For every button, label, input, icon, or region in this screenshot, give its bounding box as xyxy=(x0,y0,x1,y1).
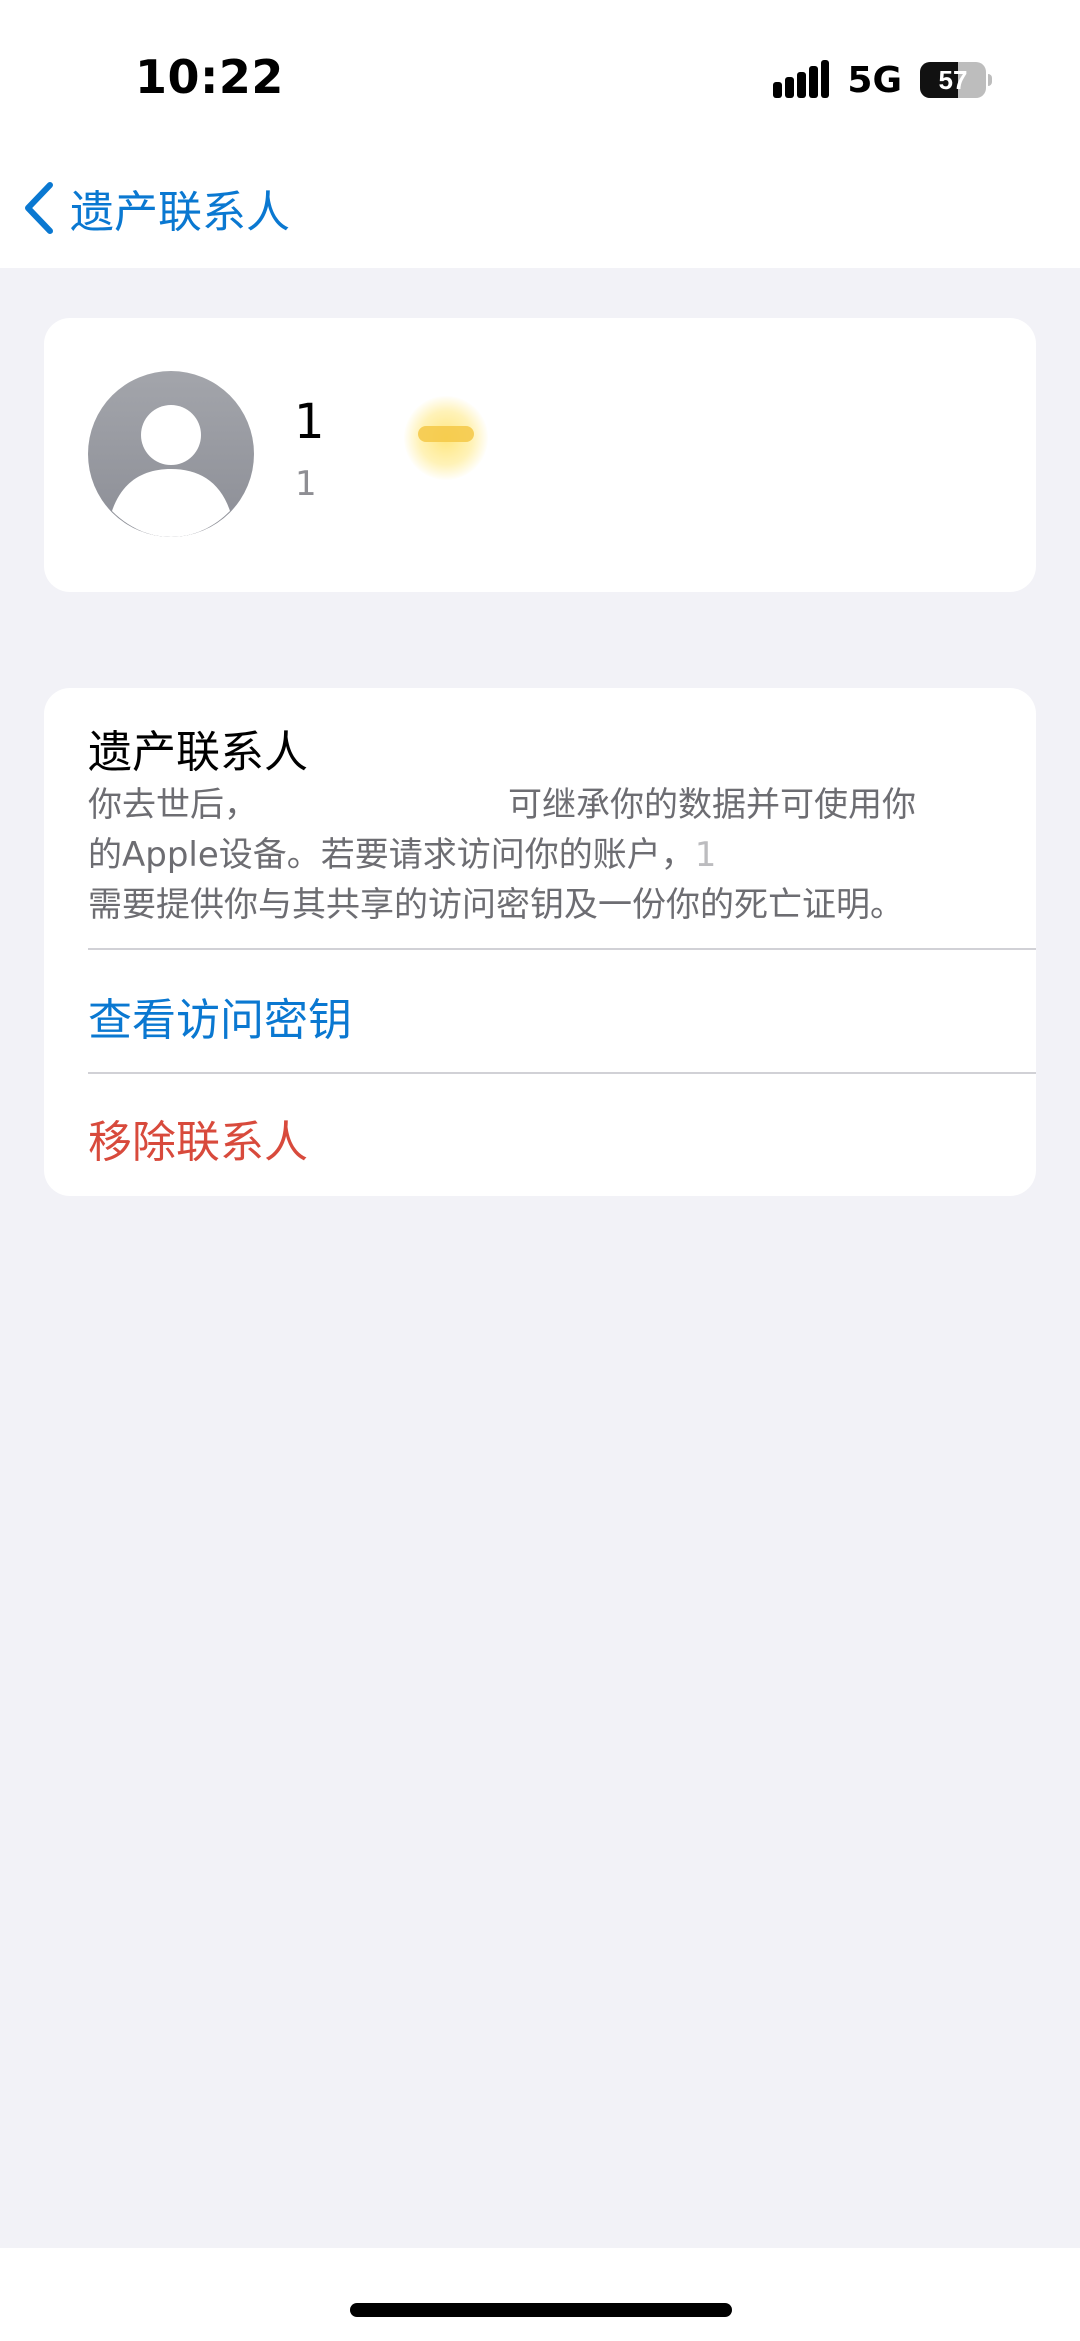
section-title: 遗产联系人 xyxy=(88,727,308,778)
battery-icon: 57 xyxy=(920,62,992,98)
view-access-key-button[interactable]: 查看访问密钥 xyxy=(88,984,352,1048)
description-line-1: 你去世后， 可继承你的数据并可使用你 xyxy=(88,785,916,825)
network-type: 5G xyxy=(847,59,902,101)
status-time: 10:22 xyxy=(135,50,284,104)
signal-bars-icon xyxy=(773,60,830,98)
legacy-contact-card: 遗产联系人 你去世后， 可继承你的数据并可使用你 的Apple设备。若要请求访问你… xyxy=(44,688,1036,1196)
contact-name: 1 xyxy=(294,394,325,450)
battery-level: 57 xyxy=(938,64,968,95)
divider xyxy=(88,1072,1036,1074)
description-line-2: 的Apple设备。若要请求访问你的账户，1 xyxy=(88,835,717,875)
person-silhouette-icon xyxy=(112,405,230,537)
home-indicator[interactable] xyxy=(350,2303,732,2317)
chevron-left-icon xyxy=(25,182,53,234)
status-indicators: 5G 57 xyxy=(773,56,992,104)
avatar xyxy=(88,371,254,537)
back-button[interactable]: 遗产联系人 xyxy=(22,176,290,240)
home-indicator-area xyxy=(0,2248,1080,2341)
top-bar: 10:22 5G 57 遗产联系人 xyxy=(0,0,1080,268)
back-button-label: 遗产联系人 xyxy=(70,187,290,238)
contact-card: 1 1 xyxy=(44,318,1036,592)
divider xyxy=(88,948,1036,950)
legacy-description: 你去世后， 可继承你的数据并可使用你 的Apple设备。若要请求访问你的账户，1 … xyxy=(88,780,1028,930)
remove-contact-button[interactable]: 移除联系人 xyxy=(88,1106,308,1170)
contact-detail: 1 xyxy=(295,464,317,504)
redaction-mark xyxy=(404,396,488,480)
description-line-3: 需要提供你与其共享的访问密钥及一份你的死亡证明。 xyxy=(88,885,904,925)
